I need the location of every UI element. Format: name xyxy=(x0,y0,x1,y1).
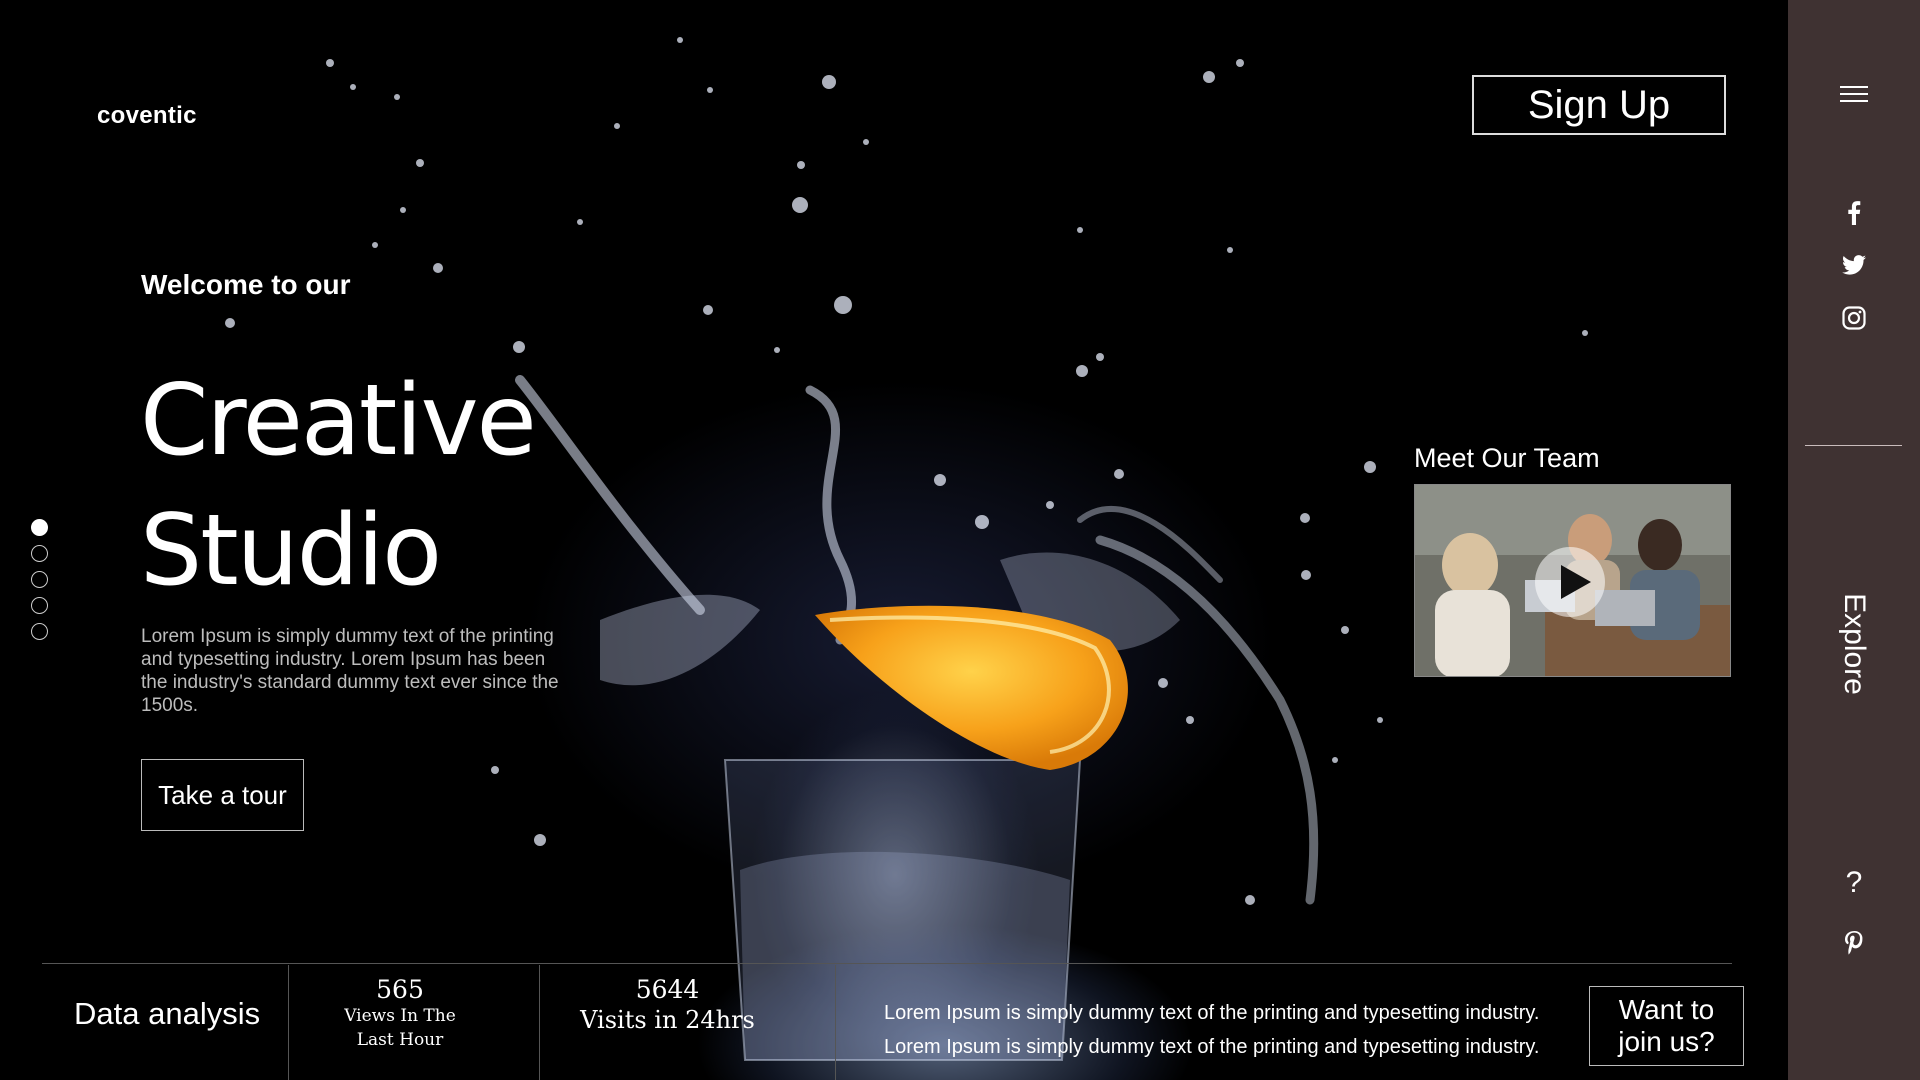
data-analysis-label: Data analysis xyxy=(74,996,261,1031)
help-icon[interactable]: ? xyxy=(1838,866,1870,899)
slide-dot-1[interactable] xyxy=(31,519,48,536)
welcome-heading: Welcome to our xyxy=(141,269,351,300)
stat-visits: 5644 Visits in 24hrs xyxy=(560,975,775,1036)
twitter-icon[interactable] xyxy=(1838,249,1870,281)
stat-views: 565 Views In The Last Hour xyxy=(300,975,500,1052)
stats-separator xyxy=(539,965,540,1080)
explore-link[interactable]: Explore xyxy=(1837,580,1871,708)
slide-dot-3[interactable] xyxy=(31,571,48,588)
hero-title-line2: Studio xyxy=(140,494,442,608)
stat-views-value: 565 xyxy=(376,975,424,1004)
play-icon[interactable] xyxy=(1535,547,1605,617)
stats-text-line1: Lorem Ipsum is simply dummy text of the … xyxy=(884,1002,1540,1024)
slide-dot-4[interactable] xyxy=(31,597,48,614)
stat-visits-label: Visits in 24hrs xyxy=(580,1006,755,1034)
join-us-line2: join us? xyxy=(1618,1026,1715,1057)
stat-views-label-line1: Views In The xyxy=(344,1006,456,1026)
meet-team-title: Meet Our Team xyxy=(1414,443,1600,473)
slide-dot-5[interactable] xyxy=(31,623,48,640)
take-tour-button[interactable]: Take a tour xyxy=(141,759,304,831)
stats-divider xyxy=(42,963,1732,964)
hero-title: Creative Studio xyxy=(140,356,537,616)
slide-indicator xyxy=(31,519,48,649)
join-us-button[interactable]: Want to join us? xyxy=(1589,986,1744,1066)
sidebar-divider xyxy=(1805,445,1902,446)
stats-separator xyxy=(288,965,289,1080)
stats-text-line2: Lorem Ipsum is simply dummy text of the … xyxy=(884,1036,1540,1058)
stat-visits-value: 5644 xyxy=(635,975,700,1004)
sign-up-button[interactable]: Sign Up xyxy=(1472,75,1726,135)
join-us-line1: Want to xyxy=(1618,994,1715,1025)
right-sidebar: Explore ? xyxy=(1788,0,1920,1080)
hero-description: Lorem Ipsum is simply dummy text of the … xyxy=(141,626,559,716)
stats-separator xyxy=(835,965,836,1080)
facebook-icon[interactable] xyxy=(1838,197,1870,229)
hero-title-line1: Creative xyxy=(140,364,537,478)
instagram-icon[interactable] xyxy=(1838,302,1870,334)
stat-views-label-line2: Last Hour xyxy=(356,1030,444,1050)
hamburger-icon[interactable] xyxy=(1838,78,1870,110)
pinterest-icon[interactable] xyxy=(1838,927,1870,959)
brand-logo[interactable]: coventic xyxy=(97,102,197,130)
stats-text: Lorem Ipsum is simply dummy text of the … xyxy=(884,996,1539,1064)
team-video-thumbnail[interactable] xyxy=(1414,484,1731,677)
slide-dot-2[interactable] xyxy=(31,545,48,562)
